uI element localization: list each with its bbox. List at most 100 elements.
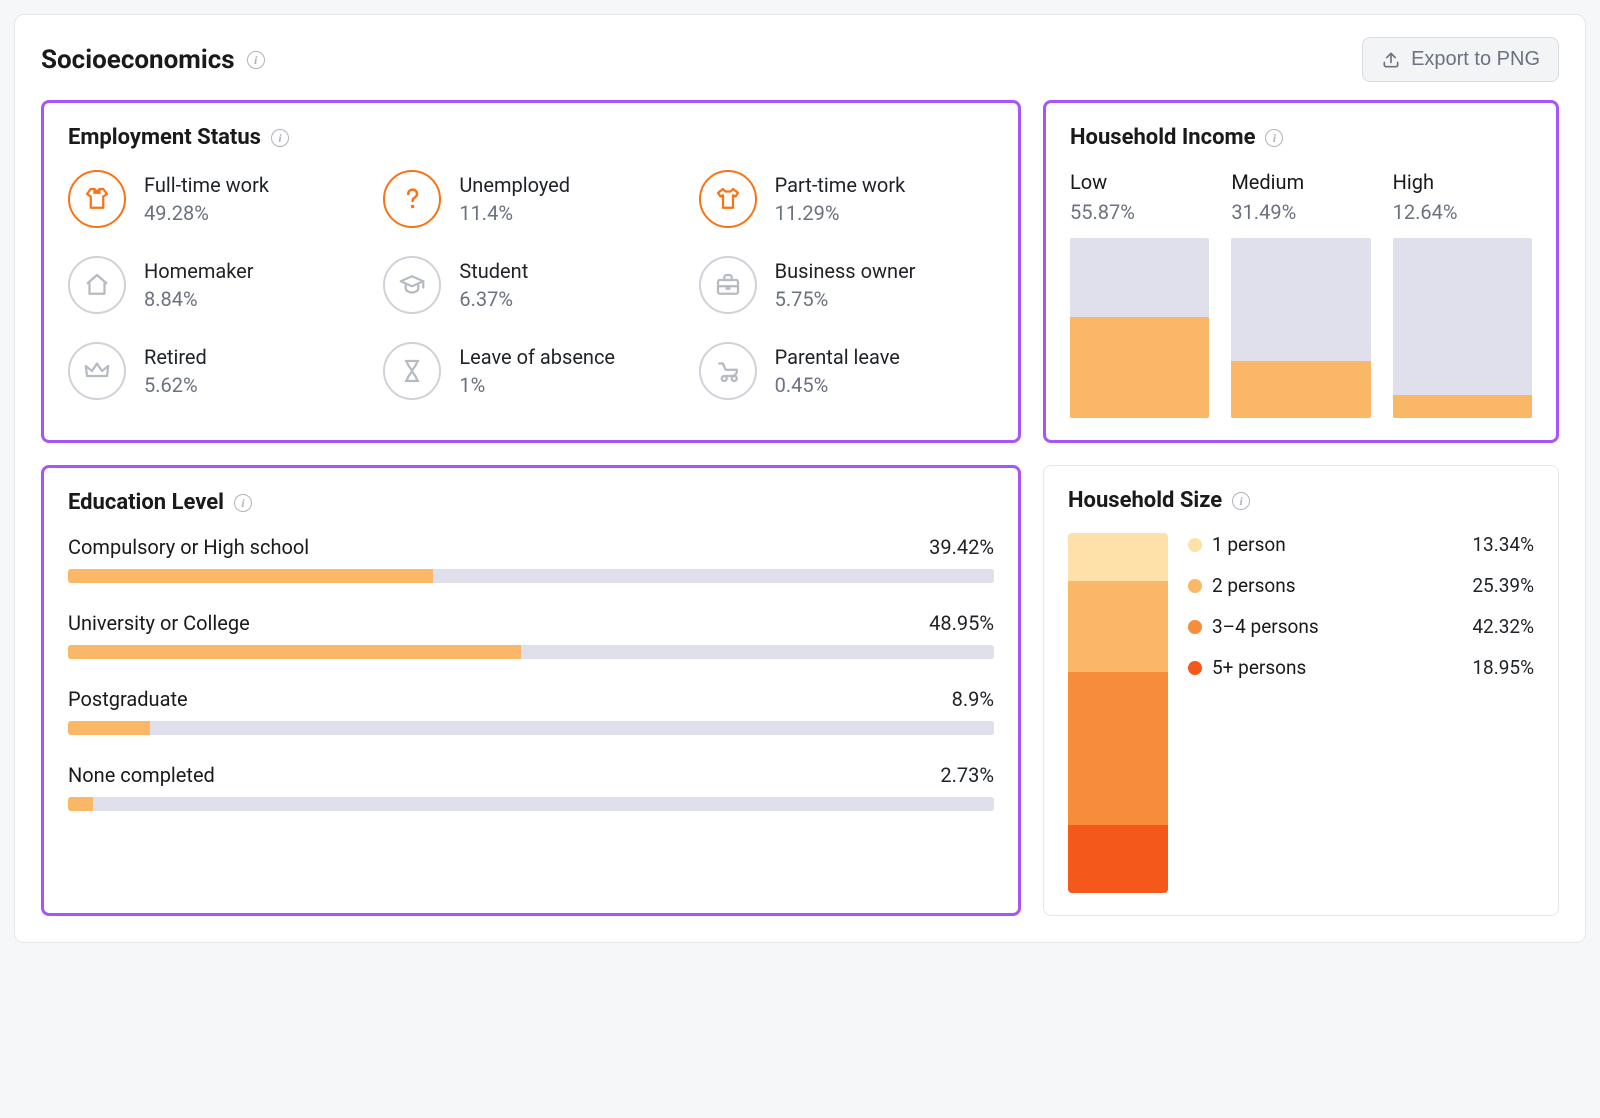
education-bar [68, 645, 994, 659]
income-label: Medium [1231, 170, 1370, 194]
legend-label: 2 persons [1212, 574, 1332, 597]
education-value: 39.42% [929, 535, 994, 559]
stat-value: 5.62% [144, 373, 207, 397]
income-bar [1393, 238, 1532, 418]
education-bar [68, 569, 994, 583]
legend-label: 5+ persons [1212, 656, 1332, 679]
employment-stat: Student 6.37% [383, 256, 678, 314]
legend-dot-icon [1188, 538, 1202, 552]
education-bar [68, 721, 994, 735]
legend-value: 18.95% [1472, 656, 1534, 679]
stat-label: Parental leave [775, 345, 900, 369]
legend-dot-icon [1188, 661, 1202, 675]
income-label: High [1393, 170, 1532, 194]
income-column: Medium 31.49% [1231, 170, 1370, 418]
employment-stat: Parental leave 0.45% [699, 342, 994, 400]
employment-stat: Part-time work 11.29% [699, 170, 994, 228]
education-label: None completed [68, 763, 215, 787]
stat-value: 6.37% [459, 287, 528, 311]
employment-stat: Retired 5.62% [68, 342, 363, 400]
education-label: Compulsory or High school [68, 535, 309, 559]
education-bar [68, 797, 994, 811]
education-label: University or College [68, 611, 250, 635]
info-icon[interactable]: i [247, 51, 265, 69]
education-bar-fill [68, 569, 433, 583]
income-column: High 12.64% [1393, 170, 1532, 418]
income-bar [1070, 238, 1209, 418]
household-size-segment [1068, 581, 1168, 672]
card-title-text: Household Income [1070, 125, 1255, 150]
income-label: Low [1070, 170, 1209, 194]
graduation-icon [383, 256, 441, 314]
education-bar-fill [68, 721, 150, 735]
stat-label: Retired [144, 345, 207, 369]
card-title: Employment Status i [68, 125, 994, 150]
legend-label: 3–4 persons [1212, 615, 1332, 638]
question-icon [383, 170, 441, 228]
employment-stat: Unemployed 11.4% [383, 170, 678, 228]
income-value: 31.49% [1231, 200, 1370, 224]
info-icon[interactable]: i [1265, 129, 1283, 147]
legend-value: 25.39% [1472, 574, 1534, 597]
household-income-card: Household Income i Low 55.87% Medium 31.… [1043, 100, 1559, 443]
briefcase-icon [699, 256, 757, 314]
stat-value: 1% [459, 373, 615, 397]
legend-row: 2 persons 25.39% [1188, 574, 1534, 597]
household-size-segment [1068, 533, 1168, 581]
employment-status-card: Employment Status i Full-time work 49.28… [41, 100, 1021, 443]
education-row: Compulsory or High school 39.42% [68, 535, 994, 583]
education-row: University or College 48.95% [68, 611, 994, 659]
card-title: Education Level i [68, 490, 994, 515]
card-title-text: Education Level [68, 490, 224, 515]
card-title: Household Size i [1068, 488, 1534, 513]
stat-value: 0.45% [775, 373, 900, 397]
household-size-stack [1068, 533, 1168, 893]
employment-stat: Full-time work 49.28% [68, 170, 363, 228]
stat-label: Homemaker [144, 259, 254, 283]
panel-title-text: Socioeconomics [41, 45, 235, 75]
info-icon[interactable]: i [1232, 492, 1250, 510]
income-bar-fill [1070, 317, 1209, 418]
legend-dot-icon [1188, 620, 1202, 634]
info-icon[interactable]: i [234, 494, 252, 512]
shirt-icon [68, 170, 126, 228]
panel-header: Socioeconomics i Export to PNG [41, 37, 1559, 82]
income-bar-fill [1393, 395, 1532, 418]
legend-value: 13.34% [1472, 533, 1534, 556]
stat-value: 11.29% [775, 201, 906, 225]
education-level-card: Education Level i Compulsory or High sch… [41, 465, 1021, 916]
employment-stat: Business owner 5.75% [699, 256, 994, 314]
legend-dot-icon [1188, 579, 1202, 593]
stat-label: Full-time work [144, 173, 269, 197]
tshirt-icon [699, 170, 757, 228]
education-value: 8.9% [952, 687, 994, 711]
export-label: Export to PNG [1411, 48, 1540, 71]
income-column: Low 55.87% [1070, 170, 1209, 418]
info-icon[interactable]: i [271, 129, 289, 147]
stat-value: 5.75% [775, 287, 916, 311]
stat-label: Unemployed [459, 173, 570, 197]
stroller-icon [699, 342, 757, 400]
education-row: None completed 2.73% [68, 763, 994, 811]
card-title-text: Household Size [1068, 488, 1222, 513]
employment-stat: Leave of absence 1% [383, 342, 678, 400]
education-row: Postgraduate 8.9% [68, 687, 994, 735]
stat-value: 11.4% [459, 201, 570, 225]
income-bar-fill [1231, 361, 1370, 418]
legend-value: 42.32% [1472, 615, 1534, 638]
export-png-button[interactable]: Export to PNG [1362, 37, 1559, 82]
education-bar-fill [68, 645, 521, 659]
stat-value: 49.28% [144, 201, 269, 225]
stat-label: Student [459, 259, 528, 283]
household-size-segment [1068, 825, 1168, 893]
education-value: 48.95% [929, 611, 994, 635]
income-value: 55.87% [1070, 200, 1209, 224]
upload-icon [1381, 50, 1401, 70]
card-title: Household Income i [1070, 125, 1532, 150]
socioeconomics-panel: Socioeconomics i Export to PNG Employmen… [14, 14, 1586, 943]
household-size-segment [1068, 672, 1168, 824]
legend-row: 3–4 persons 42.32% [1188, 615, 1534, 638]
crown-icon [68, 342, 126, 400]
education-label: Postgraduate [68, 687, 188, 711]
education-value: 2.73% [940, 763, 994, 787]
